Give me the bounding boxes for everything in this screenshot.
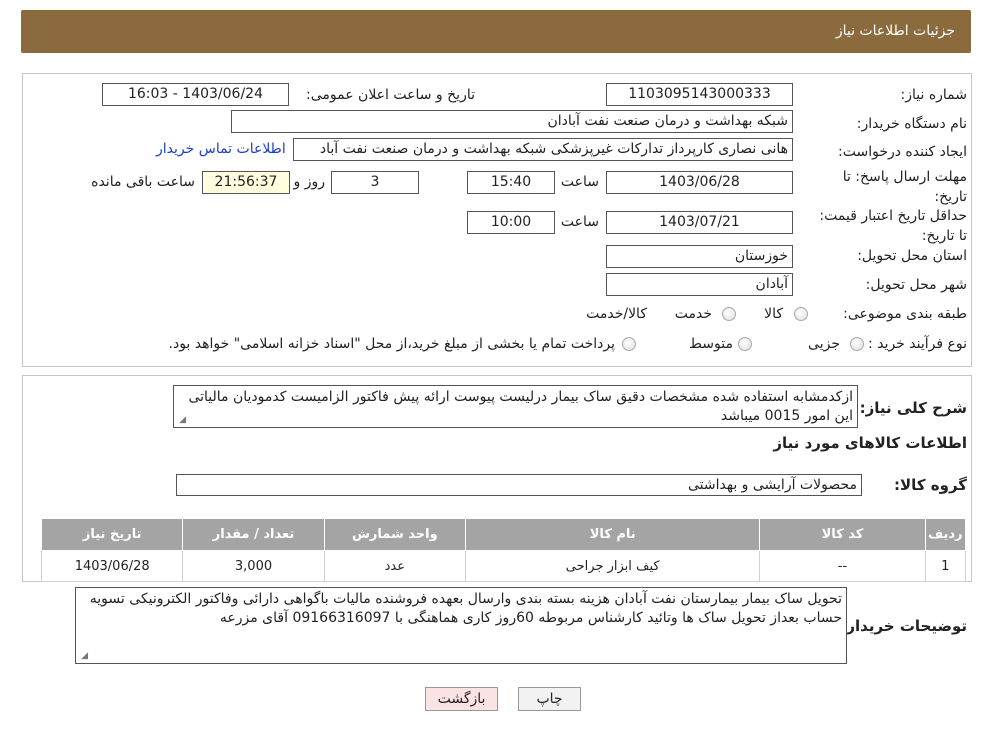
treasury-note: پرداخت تمام یا بخشی از مبلغ خرید،از محل … [168, 336, 615, 352]
days-field: 3 [331, 171, 419, 194]
print-button[interactable]: چاپ [518, 687, 581, 711]
treasury-checkbox[interactable] [622, 337, 636, 351]
category-option-service-label: خدمت [674, 306, 712, 322]
validity-date-field: 1403/07/21 [606, 211, 793, 234]
cell-date: 1403/06/28 [40, 550, 184, 582]
cell-name: کیف ابزار جراحی [464, 550, 761, 582]
items-table: ردیف کد کالا نام کالا واحد شمارش تعداد /… [40, 518, 967, 582]
purchase-type-label: نوع فرآیند خرید : [868, 336, 967, 352]
buyer-notes-text: تحویل ساک بیمار بیمارستان نفت آبادان هزی… [89, 591, 842, 626]
page-title: جزئیات اطلاعات نیاز [835, 23, 955, 39]
buyer-notes-textarea[interactable]: تحویل ساک بیمار بیمارستان نفت آبادان هزی… [75, 587, 847, 664]
requester-label: ایجاد کننده درخواست: [838, 144, 967, 160]
days-label: روز و [293, 174, 326, 190]
province-field: خوزستان [606, 245, 793, 268]
cell-row: 1 [924, 550, 967, 582]
resize-grip-icon[interactable]: ◢ [78, 651, 88, 661]
deadline-label: مهلت ارسال پاسخ: تا تاریخ: [842, 169, 967, 205]
buyer-org-label: نام دستگاه خریدار: [856, 116, 967, 132]
validity-time-label: ساعت [560, 214, 599, 230]
col-row-header: ردیف [924, 518, 967, 551]
summary-textarea[interactable]: ازکدمشابه استفاده شده مشخصات دقیق ساک بی… [173, 385, 858, 428]
cell-code: -- [759, 550, 926, 582]
announce-label: تاریخ و ساعت اعلان عمومی: [306, 87, 475, 103]
validity-time-field: 10:00 [467, 211, 555, 234]
summary-label: شرح کلی نیاز: [859, 399, 967, 417]
category-label: طبقه بندی موضوعی: [843, 306, 967, 322]
purchase-medium-radio[interactable] [738, 337, 752, 351]
province-label: استان محل تحویل: [857, 248, 967, 264]
buyer-contact-link[interactable]: اطلاعات تماس خریدار [156, 141, 286, 157]
need-number-label: شماره نیاز: [900, 87, 968, 103]
col-name-header: نام کالا [464, 518, 761, 551]
city-field: آبادان [606, 273, 793, 296]
deadline-time-field: 15:40 [467, 171, 555, 194]
announce-datetime-field: 1403/06/24 - 16:03 [102, 83, 289, 106]
goods-group-field: محصولات آرایشی و بهداشتی [176, 474, 862, 496]
remaining-label: ساعت باقی مانده [91, 174, 195, 190]
remaining-time-field: 21:56:37 [202, 171, 290, 194]
goods-group-label: گروه کالا: [894, 476, 967, 494]
col-qty-header: تعداد / مقدار [182, 518, 325, 551]
cell-unit: عدد [323, 550, 466, 582]
requester-field: هانی نصاری کارپرداز تدارکات غیرپزشکی شبک… [293, 138, 793, 161]
category-goods-radio[interactable] [794, 307, 808, 321]
need-number-field: 1103095143000333 [606, 83, 793, 106]
validity-label: حداقل تاریخ اعتبار قیمت: تا تاریخ: [819, 208, 967, 244]
page-header: جزئیات اطلاعات نیاز [21, 10, 971, 53]
buyer-notes-label: توضیحات خریدار: [840, 617, 967, 635]
purchase-minor-label: جزیی [808, 336, 840, 352]
cell-qty: 3,000 [182, 550, 325, 582]
category-option-goods-label: کالا [764, 306, 783, 322]
items-table-header: ردیف کد کالا نام کالا واحد شمارش تعداد /… [40, 518, 967, 551]
goods-info-title: اطلاعات کالاهای مورد نیاز [773, 434, 967, 452]
category-option-both-label: کالا/خدمت [586, 306, 647, 322]
table-row: 1 -- کیف ابزار جراحی عدد 3,000 1403/06/2… [40, 550, 967, 582]
resize-grip-icon[interactable]: ◢ [176, 415, 186, 425]
back-button[interactable]: بازگشت [425, 687, 498, 711]
col-unit-header: واحد شمارش [323, 518, 466, 551]
category-service-radio[interactable] [722, 307, 736, 321]
summary-text: ازکدمشابه استفاده شده مشخصات دقیق ساک بی… [188, 389, 853, 424]
col-date-header: تاریخ نیاز [40, 518, 184, 551]
deadline-date-field: 1403/06/28 [606, 171, 793, 194]
purchase-minor-radio[interactable] [850, 337, 864, 351]
buyer-org-field: شبکه بهداشت و درمان صنعت نفت آبادان [231, 110, 793, 133]
purchase-medium-label: متوسط [689, 336, 733, 352]
city-label: شهر محل تحویل: [865, 277, 967, 293]
col-code-header: کد کالا [759, 518, 926, 551]
deadline-time-label: ساعت [560, 174, 599, 190]
